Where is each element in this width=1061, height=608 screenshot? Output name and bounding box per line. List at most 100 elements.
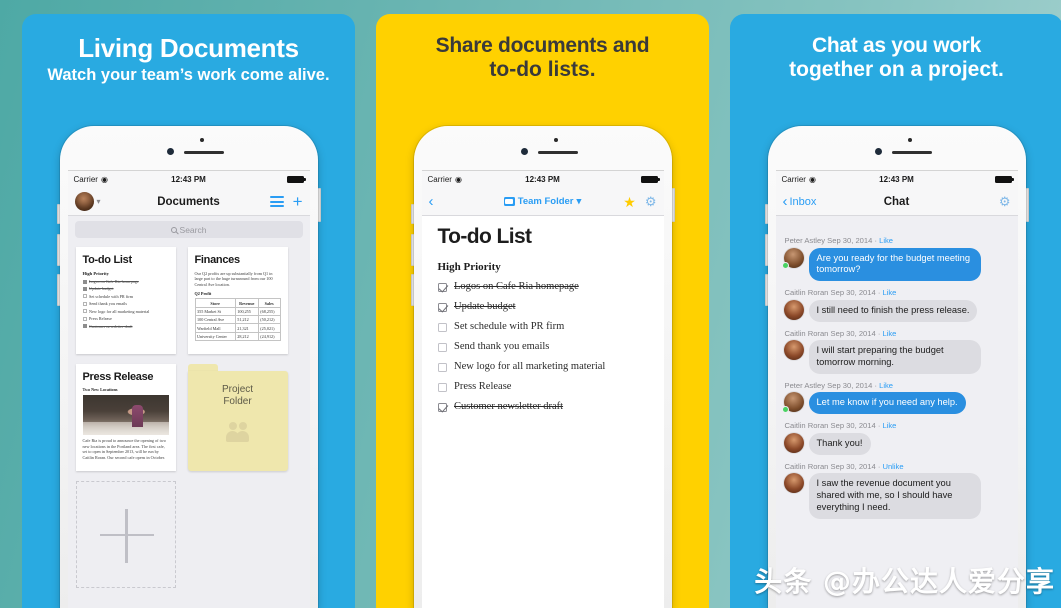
todo-navbar: ‹ Team Folder ▾ ★ ⚙ — [421, 188, 664, 216]
table-row: 355 Market St 100,255 (68,255) — [194, 306, 281, 317]
checkbox-checked-icon[interactable] — [437, 302, 447, 313]
status-right-group — [994, 175, 1014, 184]
cell-sales: (68,255) — [257, 306, 281, 317]
message-author: Caitlin Roran — [784, 461, 829, 471]
unlike-button[interactable]: Unlike — [882, 462, 903, 471]
status-bar: Carrier ◉ 12:43 PM — [67, 171, 310, 188]
avatar[interactable] — [782, 392, 804, 413]
todo-item[interactable]: Set schedule with PR firm — [437, 321, 648, 333]
gear-icon[interactable]: ⚙ — [645, 195, 657, 208]
checkbox-checked-icon[interactable] — [437, 402, 447, 413]
like-button[interactable]: Like — [882, 329, 896, 338]
avatar[interactable] — [783, 473, 804, 494]
volume-down-button[interactable] — [764, 274, 768, 306]
camera-icon — [520, 148, 528, 155]
sensor-icon — [553, 138, 558, 142]
list-item: Logos on Cafe Ria homepage — [82, 279, 169, 284]
todo-item[interactable]: Press Release — [437, 381, 648, 393]
chevron-down-icon[interactable]: ▾ — [97, 197, 101, 206]
document-card-press-release[interactable]: Press Release Two New Locations Cafe Ria… — [75, 364, 176, 471]
gear-icon[interactable]: ⚙ — [999, 195, 1011, 208]
volume-down-button[interactable] — [56, 274, 60, 306]
checkbox-checked-icon — [82, 287, 87, 292]
todo-item[interactable]: Logos on Cafe Ria homepage — [437, 281, 648, 293]
todo-item[interactable]: Customer newsletter draft — [437, 401, 648, 413]
search-area: Search — [67, 216, 310, 243]
like-button[interactable]: Like — [882, 288, 896, 297]
panel-chat: Chat as you work together on a project. … — [730, 14, 1061, 608]
chat-message: Caitlin Roran Sep 30, 2014 · Like I stil… — [783, 288, 1010, 322]
checkbox-icon[interactable] — [437, 342, 447, 353]
volume-up-button[interactable] — [56, 234, 60, 266]
checkbox-icon[interactable] — [437, 382, 447, 393]
power-button[interactable] — [317, 188, 321, 222]
document-card-todo[interactable]: To-do List High Priority Logos on Cafe R… — [75, 247, 176, 354]
volume-up-button[interactable] — [764, 234, 768, 266]
speaker-grille — [183, 151, 224, 154]
silent-switch[interactable] — [764, 204, 768, 224]
checkbox-icon[interactable] — [437, 322, 447, 333]
message-bubble: Are you ready for the budget meeting tom… — [808, 247, 981, 282]
phone-3-screen: Carrier ◉ 12:43 PM ‹ Inbox Chat ⚙ Peter … — [775, 170, 1018, 608]
document-card-project-folder[interactable]: Project Folder — [187, 364, 288, 471]
message-line: Thank you! — [783, 432, 1010, 455]
iphone-mockup-1: Carrier ◉ 12:43 PM ▾ Documents + Search … — [56, 126, 321, 608]
cell-store: University Center — [194, 331, 236, 342]
chevron-left-icon[interactable]: ‹ — [783, 194, 788, 209]
document-card-finances[interactable]: Finances Our Q2 profits are up substanti… — [187, 247, 288, 354]
speaker-grille — [891, 151, 932, 154]
panel-2-title: Share documents and — [435, 34, 650, 57]
checkbox-checked-icon[interactable] — [437, 282, 447, 292]
card-subtitle: Two New Locations — [82, 387, 118, 392]
silent-switch[interactable] — [56, 204, 60, 224]
back-button-label[interactable]: Inbox — [790, 196, 817, 208]
table-row: Warfield Mall 21,321 (25,021) — [194, 323, 281, 333]
silent-switch[interactable] — [410, 204, 414, 224]
battery-full-icon — [994, 175, 1014, 184]
list-view-icon[interactable] — [269, 196, 284, 207]
documents-grid: To-do List High Priority Logos on Cafe R… — [68, 243, 310, 592]
todo-item-label: Customer newsletter draft — [454, 401, 564, 413]
table-row: 100 Central Ave 51,212 (50,212) — [194, 315, 281, 325]
list-item: Set schedule with PR firm — [82, 294, 169, 299]
list-item-label: Customer newsletter draft — [89, 323, 133, 329]
cell-revenue: 100,255 — [234, 306, 259, 317]
battery-full-icon — [640, 175, 660, 184]
card-section: High Priority — [82, 271, 109, 276]
team-folder-label: Team Folder — [517, 196, 574, 207]
todo-item-label: Send thank you emails — [454, 341, 550, 353]
chat-message: Peter Astley Sep 30, 2014 · Like Are you… — [782, 236, 1010, 282]
avatar[interactable] — [783, 340, 804, 361]
card-title: To-do List — [82, 254, 133, 266]
status-time: 12:43 PM — [525, 175, 560, 184]
todo-item-label: Update budget — [454, 301, 516, 313]
card-caption: Q2 Profit — [194, 291, 212, 297]
star-icon[interactable]: ★ — [623, 195, 636, 209]
chat-message: Peter Astley Sep 30, 2014 · Like Let me … — [782, 381, 1010, 415]
power-button[interactable] — [1025, 188, 1029, 222]
chevron-left-icon[interactable]: ‹ — [429, 194, 434, 209]
search-input[interactable]: Search — [74, 221, 303, 238]
panel-1-header: Living Documents Watch your team’s work … — [22, 14, 355, 85]
like-button[interactable]: Like — [879, 381, 893, 390]
power-button[interactable] — [671, 188, 675, 222]
todo-item[interactable]: Update budget — [437, 301, 648, 313]
todo-item[interactable]: New logo for all marketing material — [437, 361, 648, 373]
avatar[interactable] — [783, 299, 804, 320]
avatar[interactable] — [74, 192, 94, 211]
plus-icon[interactable]: + — [293, 193, 303, 210]
volume-up-button[interactable] — [410, 234, 414, 266]
add-document-placeholder[interactable] — [75, 481, 176, 588]
card-body: Cafe Ria is proud to announce the openin… — [82, 438, 166, 460]
avatar[interactable] — [783, 432, 804, 453]
todo-item[interactable]: Send thank you emails — [437, 341, 648, 353]
checkbox-icon — [82, 294, 87, 299]
card-paragraph: Our Q2 profits are up substantially from… — [194, 271, 273, 287]
like-button[interactable]: Like — [879, 236, 893, 245]
checkbox-icon — [82, 316, 87, 321]
panel-3-title: Chat as you work — [811, 34, 982, 57]
checkbox-icon[interactable] — [437, 362, 447, 373]
like-button[interactable]: Like — [882, 421, 896, 430]
avatar[interactable] — [782, 247, 804, 268]
volume-down-button[interactable] — [410, 274, 414, 306]
